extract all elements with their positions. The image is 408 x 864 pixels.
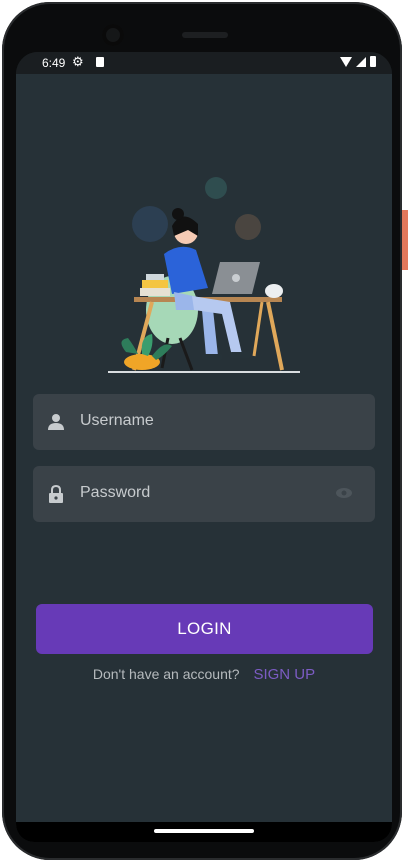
status-bar: 6:49 ⚙	[16, 52, 392, 74]
wifi-icon	[340, 56, 352, 67]
screen: 6:49 ⚙ Username Password LOGIN Don't hav…	[16, 52, 392, 842]
background-edge-decoration	[402, 210, 408, 270]
navigation-bar	[16, 822, 392, 842]
lock-icon	[49, 485, 63, 503]
phone-frame: 6:49 ⚙ Username Password LOGIN Don't hav…	[2, 2, 402, 860]
password-field[interactable]: Password	[33, 466, 375, 522]
signal-icon	[356, 56, 366, 67]
status-icons	[340, 56, 376, 67]
username-field[interactable]: Username	[33, 394, 375, 450]
earpiece-speaker	[182, 32, 228, 38]
visibility-toggle-icon[interactable]	[335, 487, 353, 499]
home-gesture-pill[interactable]	[154, 829, 254, 833]
status-time: 6:49	[42, 56, 66, 70]
signup-link[interactable]: SIGN UP	[253, 666, 315, 683]
login-screen: Username Password LOGIN Don't have an ac…	[16, 74, 392, 822]
signup-row: Don't have an account? SIGN UP	[16, 666, 392, 683]
password-placeholder: Password	[80, 484, 151, 501]
username-placeholder: Username	[80, 412, 154, 429]
signup-prompt: Don't have an account?	[92, 666, 240, 682]
battery-icon	[370, 56, 376, 67]
sd-card-icon	[96, 57, 104, 67]
person-at-laptop-illustration	[108, 177, 300, 373]
person-icon	[48, 414, 64, 430]
gear-icon: ⚙	[72, 54, 84, 69]
front-camera	[102, 24, 124, 46]
login-button[interactable]: LOGIN	[36, 604, 373, 654]
